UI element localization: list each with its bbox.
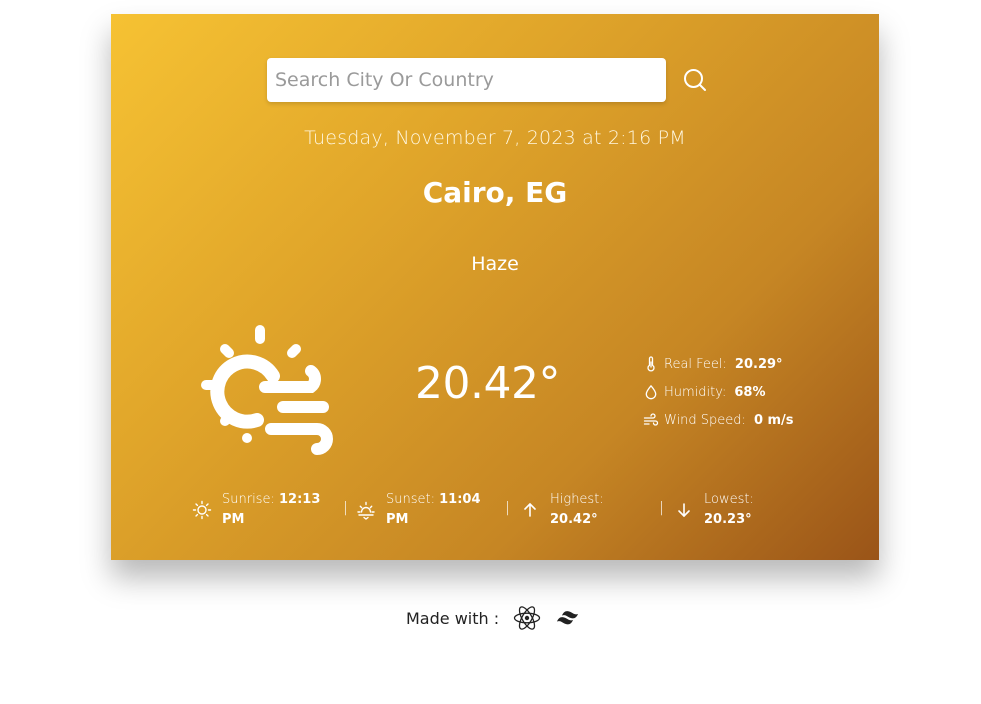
weather-condition: Haze — [471, 253, 519, 275]
detail-label: Wind Speed: — [664, 412, 746, 428]
highest-value: 20.42° — [550, 512, 598, 527]
search-icon[interactable] — [682, 67, 708, 93]
sunset-item: Sunset: 11:04 PM — [356, 488, 481, 532]
sunrise-item: Sunrise: 12:13 PM — [192, 488, 320, 532]
sunset-value: 11:04 — [439, 492, 481, 507]
lowest-label: Lowest: — [704, 492, 754, 507]
sun-temp-summary: Sunrise: 12:13 PM | Sunset: 11:04 PM | H… — [111, 488, 879, 532]
arrow-up-icon — [524, 503, 536, 517]
wind-icon — [643, 413, 659, 426]
arrow-down-icon — [678, 503, 690, 517]
search-bar — [267, 58, 708, 102]
footer: Made with : — [406, 604, 597, 632]
haze-sun-icon — [197, 321, 337, 461]
detail-label: Humidity: — [664, 384, 727, 400]
thermometer-icon — [647, 356, 655, 372]
footer-text: Made with : — [406, 608, 500, 628]
sunrise-value-suffix: PM — [222, 512, 245, 527]
weather-card: Tuesday, November 7, 2023 at 2:16 PM Cai… — [111, 14, 879, 560]
sunset-value-suffix: PM — [386, 512, 409, 527]
search-input[interactable] — [267, 58, 666, 102]
detail-label: Real Feel: — [664, 356, 727, 372]
sunset-icon — [357, 501, 375, 520]
sun-icon — [192, 500, 212, 520]
temperature: 20.42° — [415, 358, 560, 409]
sunrise-value: 12:13 — [278, 492, 321, 507]
sunset-label: Sunset: — [386, 492, 435, 507]
separator: | — [659, 500, 664, 516]
sunrise-label: Sunrise: — [222, 492, 275, 507]
separator: | — [505, 500, 510, 516]
detail-wind-speed: Wind Speed: 0 m/s — [643, 406, 794, 434]
detail-value: 20.29° — [734, 356, 783, 372]
tailwind-icon[interactable] — [555, 609, 583, 627]
react-icon[interactable] — [513, 604, 541, 632]
droplet-icon — [645, 385, 657, 400]
highest-item: Highest: 20.42° — [520, 488, 604, 532]
location-title: Cairo, EG — [422, 176, 568, 209]
detail-humidity: Humidity: 68% — [643, 378, 794, 406]
detail-real-feel: Real Feel: 20.29° — [643, 350, 794, 378]
detail-value: 0 m/s — [753, 412, 794, 428]
date-time: Tuesday, November 7, 2023 at 2:16 PM — [304, 127, 686, 149]
lowest-value: 20.23° — [704, 512, 752, 527]
highest-label: Highest: — [550, 492, 604, 507]
detail-value: 68% — [734, 384, 766, 400]
lowest-item: Lowest: 20.23° — [674, 488, 754, 532]
separator: | — [343, 500, 348, 516]
weather-details: Real Feel: 20.29° Humidity: 68% Wind Spe… — [643, 350, 794, 434]
